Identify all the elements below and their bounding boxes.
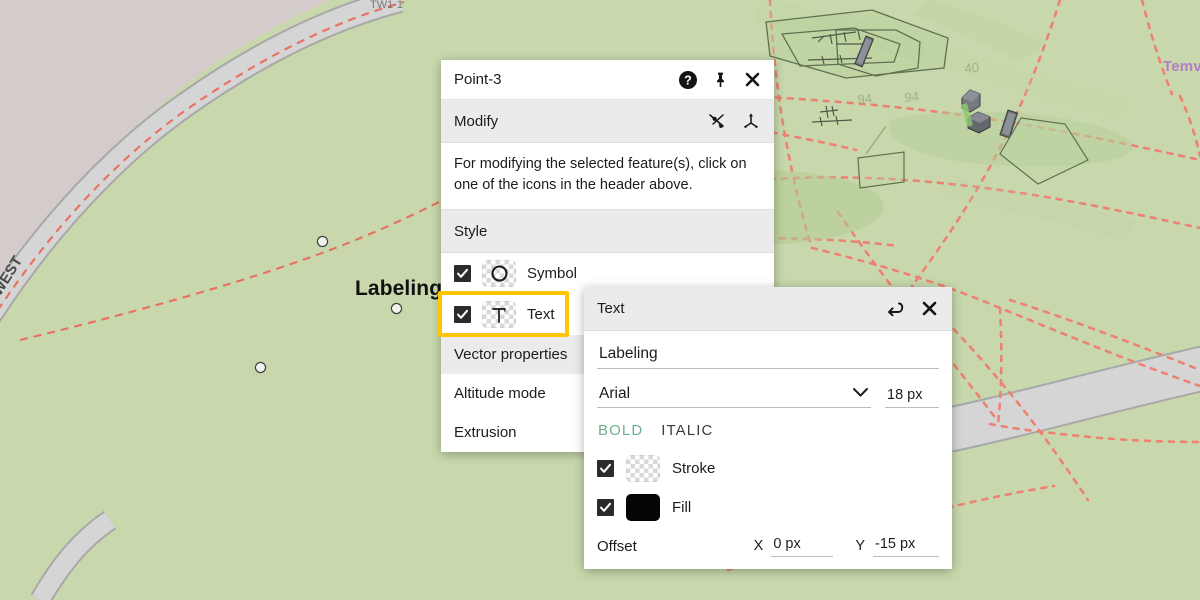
offset-y-label: Y [855,538,865,554]
map-point-marker[interactable] [255,362,266,373]
svg-text:?: ? [684,73,692,87]
fill-label: Fill [672,499,691,516]
svg-text:94: 94 [857,91,873,107]
symbol-label: Symbol [527,265,577,282]
stroke-row[interactable]: Stroke [584,449,952,488]
map-point-marker[interactable] [391,303,402,314]
symbol-swatch[interactable] [482,260,516,287]
text-panel-title: Text [597,300,885,317]
text-style-panel: Text Ar [584,287,952,569]
svg-text:40: 40 [964,60,980,76]
offset-label: Offset [597,538,637,555]
style-label: Style [454,223,761,240]
font-style-buttons: BOLD ITALIC [584,408,952,449]
font-row: Arial 18 px [584,369,952,408]
back-arrow-icon[interactable] [885,299,905,319]
font-family-value: Arial [599,385,852,403]
font-size-input[interactable]: 18 px [885,386,939,408]
text-swatch[interactable] [482,301,516,328]
style-section-header: Style [441,210,774,253]
offset-x-input[interactable]: 0 px [771,535,833,557]
edit-vertex-icon[interactable] [707,111,727,131]
fill-checkbox[interactable] [597,499,614,516]
stroke-label: Stroke [672,460,715,477]
bold-button[interactable]: BOLD [598,422,643,439]
extrusion-label: Extrusion [454,424,517,441]
point-panel-title: Point-3 [454,71,678,88]
point-panel-titlebar: Point-3 ? [441,60,774,100]
symbol-checkbox[interactable] [454,265,471,282]
vector-properties-label: Vector properties [454,346,567,363]
text-label: Text [527,306,555,323]
help-icon[interactable]: ? [678,70,698,90]
offset-y-input[interactable]: -15 px [873,535,939,557]
translate-axes-icon[interactable] [741,111,761,131]
modify-help-text: For modifying the selected feature(s), c… [441,143,774,210]
altitude-mode-label: Altitude mode [454,385,546,402]
offset-x-label: X [754,538,764,554]
svg-text:94: 94 [904,89,920,105]
close-icon[interactable] [742,70,762,90]
pin-icon[interactable] [710,70,730,90]
svg-text:TW1-1: TW1-1 [370,0,403,11]
italic-button[interactable]: ITALIC [661,422,713,439]
label-text-row [584,331,952,369]
modify-label: Modify [454,113,707,130]
stroke-color-swatch[interactable] [626,455,660,482]
label-text-input[interactable] [597,342,939,369]
fill-color-swatch[interactable] [626,494,660,521]
stroke-checkbox[interactable] [597,460,614,477]
fill-row[interactable]: Fill [584,488,952,527]
application-window: TW1-1 40 94 94 WEST Temv Labeling Point-… [0,0,1200,600]
chevron-down-icon[interactable] [852,385,869,403]
text-panel-titlebar: Text [584,287,952,331]
text-checkbox[interactable] [454,306,471,323]
offset-row: Offset X 0 px Y -15 px [584,527,952,569]
modify-section-header: Modify [441,100,774,143]
close-icon[interactable] [919,299,939,319]
map-point-marker[interactable] [317,236,328,247]
font-family-select[interactable]: Arial [597,382,871,408]
